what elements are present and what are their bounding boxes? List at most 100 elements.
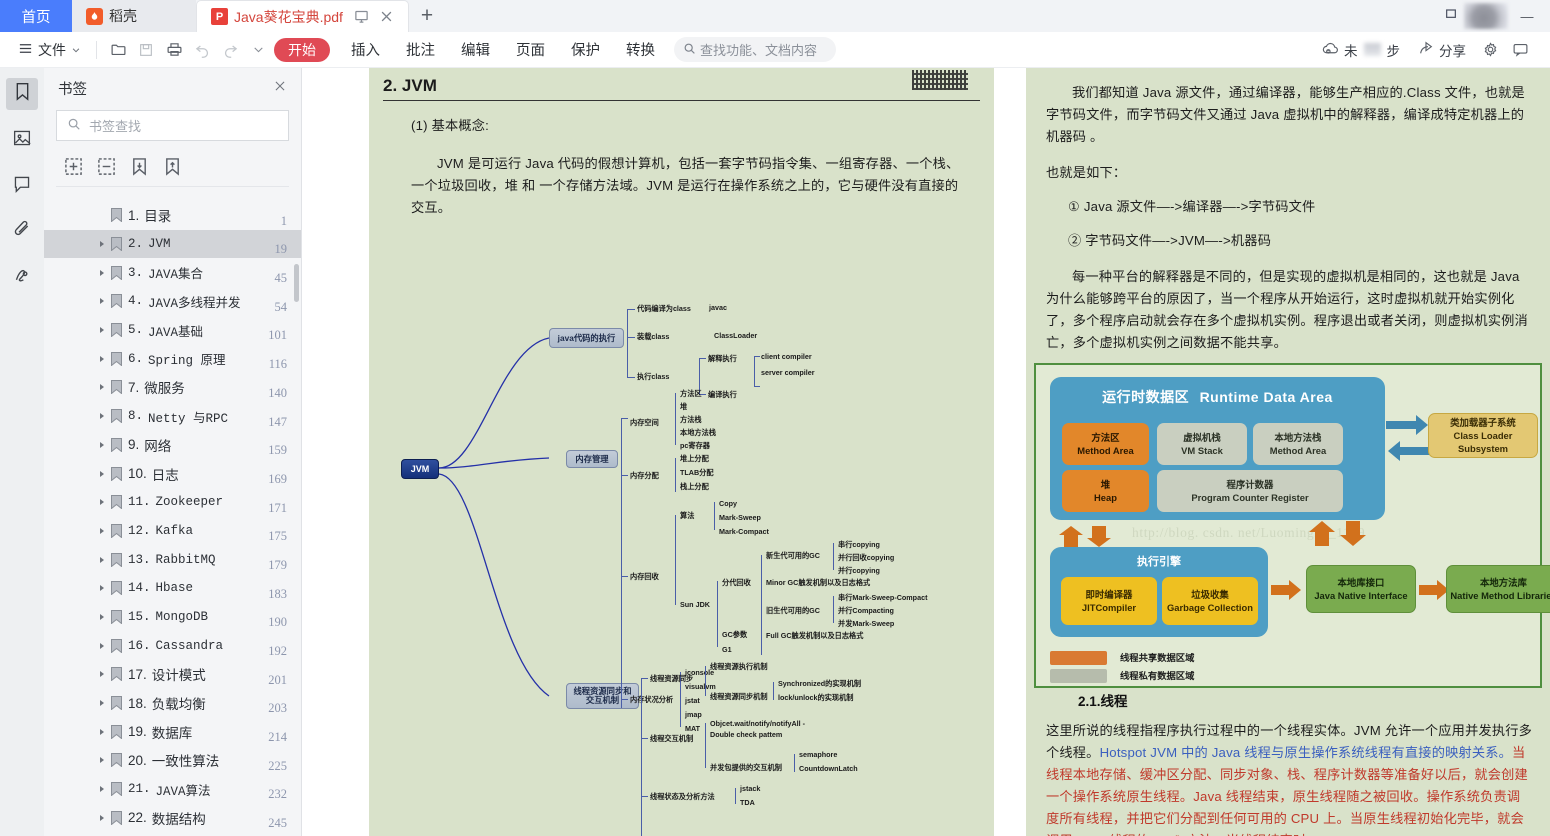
bookmark-row[interactable]: 16. Cassandra 192 — [44, 631, 301, 660]
file-menu-button[interactable]: 文件 — [10, 36, 89, 64]
mindmap-node-java-exec: java代码的执行 — [549, 328, 624, 348]
close-tab-icon[interactable] — [379, 9, 394, 24]
tab-edit[interactable]: 编辑 — [448, 39, 503, 60]
mm-label-memory-alloc: 内存分配 — [630, 471, 659, 480]
bookmark-scrollbar[interactable] — [294, 264, 299, 302]
tab-docer[interactable]: 稻壳 — [72, 0, 196, 32]
bookmark-row[interactable]: 12. Kafka 175 — [44, 517, 301, 546]
expand-arrow-icon[interactable] — [100, 384, 104, 391]
share-button[interactable]: 分享 — [1410, 36, 1474, 64]
bookmark-in-icon[interactable] — [130, 157, 149, 176]
expand-arrow-icon[interactable] — [100, 527, 104, 534]
bookmark-row[interactable]: 11. Zookeeper 171 — [44, 488, 301, 517]
bookmark-label: JAVA多线程并发 — [148, 296, 241, 311]
expand-arrow-icon[interactable] — [100, 642, 104, 649]
expand-arrow-icon[interactable] — [100, 814, 104, 821]
add-bookmark-icon[interactable] — [64, 157, 83, 176]
bookmark-row[interactable]: 8. Netty 与RPC 147 — [44, 402, 301, 431]
expand-arrow-icon[interactable] — [100, 700, 104, 707]
rail-bookmark-button[interactable] — [6, 78, 38, 110]
bookmark-row[interactable]: 18. 负载均衡 203 — [44, 689, 301, 718]
bookmark-out-icon[interactable] — [163, 157, 182, 176]
expand-arrow-icon[interactable] — [100, 671, 104, 678]
bookmark-page-number: 179 — [268, 557, 287, 572]
expand-arrow-icon[interactable] — [100, 757, 104, 764]
document-viewport[interactable]: 2. JVM (1) 基本概念: JVM 是可运行 Java 代码的假想计算机，… — [303, 68, 1550, 836]
tab-convert[interactable]: 转换 — [613, 39, 668, 60]
bookmark-row[interactable]: 7. 微服务 140 — [44, 373, 301, 402]
bookmark-icon — [111, 753, 122, 768]
bookmark-row[interactable]: 1. 目录 1 — [44, 201, 301, 230]
undo-icon[interactable] — [188, 37, 216, 63]
bookmark-icon — [111, 667, 122, 682]
bookmark-row[interactable]: 22. 数据结构 245 — [44, 803, 301, 832]
bookmark-row[interactable]: 21. JAVA算法 232 — [44, 775, 301, 804]
redo-icon[interactable] — [216, 37, 244, 63]
arrow-exec-jni — [1271, 580, 1301, 600]
expand-arrow-icon[interactable] — [100, 728, 104, 735]
rail-thumbnail-button[interactable] — [6, 124, 38, 156]
bookmark-row[interactable]: 10. 日志 169 — [44, 459, 301, 488]
tab-pdf-document[interactable]: P Java葵花宝典.pdf — [196, 0, 409, 32]
gear-icon[interactable] — [1476, 37, 1504, 63]
new-tab-label: + — [420, 4, 434, 27]
mm-label-gc-params: GC参数 — [722, 630, 748, 639]
expand-arrow-icon[interactable] — [100, 298, 104, 305]
monitor-icon[interactable] — [354, 9, 369, 24]
bookmark-row[interactable]: 3. JAVA集合 45 — [44, 258, 301, 287]
bookmark-row[interactable]: 9. 网络 159 — [44, 431, 301, 460]
box-pc-register-en: Program Counter Register — [1191, 492, 1309, 503]
expand-arrow-icon[interactable] — [100, 556, 104, 563]
rail-comment-button[interactable] — [6, 170, 38, 202]
bookmark-row[interactable]: 2. JVM 19 — [44, 229, 301, 259]
tab-home[interactable]: 首页 — [0, 0, 72, 32]
bookmark-row[interactable]: 5. JAVA基础 101 — [44, 316, 301, 345]
bookmark-row[interactable]: 6. Spring 原理 116 — [44, 344, 301, 373]
expand-arrow-icon[interactable] — [100, 441, 104, 448]
comment-icon[interactable] — [1506, 37, 1534, 63]
bookmark-row[interactable]: 13. RabbitMQ 179 — [44, 545, 301, 574]
user-avatar[interactable] — [1464, 3, 1508, 29]
start-tab[interactable]: 开始 — [274, 37, 330, 62]
save-icon[interactable] — [132, 37, 160, 63]
bookmark-search-input[interactable]: 书签查找 — [56, 110, 289, 141]
bookmark-number: 17. — [128, 666, 147, 682]
expand-arrow-icon[interactable] — [100, 269, 104, 276]
sync-status-button[interactable]: 未步 — [1314, 36, 1408, 64]
expand-arrow-icon[interactable] — [100, 786, 104, 793]
document-page-left: 2. JVM (1) 基本概念: JVM 是可运行 Java 代码的假想计算机，… — [369, 68, 994, 836]
tab-page[interactable]: 页面 — [503, 39, 558, 60]
bookmark-row[interactable]: 20. 一致性算法 225 — [44, 746, 301, 775]
close-panel-icon[interactable] — [273, 79, 287, 97]
expand-arrow-icon[interactable] — [100, 470, 104, 477]
rail-signature-button[interactable] — [6, 262, 38, 294]
bookmark-row[interactable]: 14. Hbase 183 — [44, 574, 301, 603]
expand-arrow-icon[interactable] — [100, 241, 104, 248]
expand-arrow-icon[interactable] — [100, 499, 104, 506]
print-icon[interactable] — [160, 37, 188, 63]
bookmark-label: Spring 原理 — [148, 354, 226, 369]
rail-attachment-button[interactable] — [6, 216, 38, 248]
box-method-area-en: Method Area — [1077, 445, 1134, 456]
bookmark-row[interactable]: 15. MongoDB 190 — [44, 603, 301, 632]
expand-arrow-icon[interactable] — [100, 585, 104, 592]
expand-arrow-icon[interactable] — [100, 327, 104, 334]
toolbar-search-box[interactable]: 查找功能、文档内容 — [674, 37, 836, 62]
tab-insert[interactable]: 插入 — [338, 39, 393, 60]
bookmark-row[interactable]: 17. 设计模式 201 — [44, 660, 301, 689]
minimize-button[interactable]: — — [1510, 1, 1544, 31]
bookmark-list[interactable]: 1. 目录 1 2. JVM 19 3. JAVA集合 45 4. JAVA多线程并发 54 5. JAV… — [44, 201, 301, 836]
tab-annotate[interactable]: 批注 — [393, 39, 448, 60]
new-tab-button[interactable]: + — [409, 0, 445, 32]
restore-icon[interactable] — [1444, 6, 1460, 27]
expand-arrow-icon[interactable] — [100, 613, 104, 620]
bookmark-row[interactable]: 4. JAVA多线程并发 54 — [44, 287, 301, 316]
tab-protect[interactable]: 保护 — [558, 39, 613, 60]
bookmark-icon — [111, 782, 122, 797]
expand-arrow-icon[interactable] — [100, 413, 104, 420]
remove-bookmark-icon[interactable] — [97, 157, 116, 176]
more-options-icon[interactable] — [244, 37, 272, 63]
bookmark-row[interactable]: 19. 数据库 214 — [44, 717, 301, 746]
expand-arrow-icon[interactable] — [100, 355, 104, 362]
open-folder-icon[interactable] — [104, 37, 132, 63]
